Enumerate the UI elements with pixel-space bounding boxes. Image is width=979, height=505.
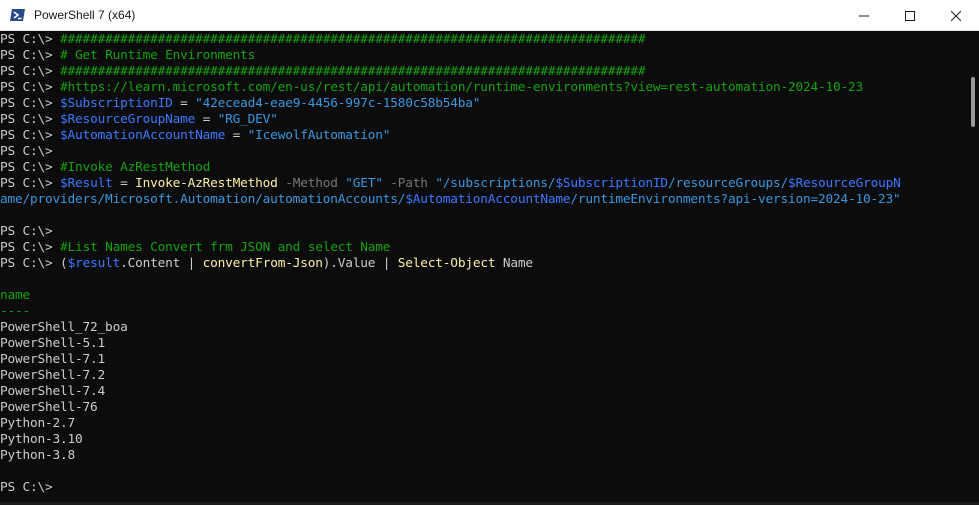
output-row: PowerShell-7.4 bbox=[0, 384, 106, 399]
prompt: PS C:\> bbox=[0, 144, 61, 159]
command: convertFrom-Json bbox=[202, 256, 323, 271]
caption-buttons bbox=[841, 0, 979, 31]
operator: = bbox=[112, 176, 136, 191]
console-line: PS C:\> ################################… bbox=[0, 32, 966, 48]
output-row: PowerShell-5.1 bbox=[0, 336, 106, 351]
output-row: Python-3.10 bbox=[0, 432, 83, 447]
operator: ).Value | bbox=[322, 256, 398, 271]
prompt: PS C:\> bbox=[0, 128, 61, 143]
prompt: PS C:\> bbox=[0, 176, 61, 191]
close-button[interactable] bbox=[933, 0, 979, 31]
operator: Name bbox=[495, 256, 533, 271]
console-line: PS C:\> $ResourceGroupName = "RG_DEV" bbox=[0, 112, 966, 128]
string: "RG_DEV" bbox=[217, 112, 278, 127]
string: "/subscriptions/ bbox=[435, 176, 556, 191]
output-row: PowerShell-76 bbox=[0, 400, 98, 415]
vertical-scrollbar[interactable] bbox=[966, 32, 979, 505]
output-row: PowerShell-7.2 bbox=[0, 368, 106, 383]
console-line: name bbox=[0, 288, 966, 304]
prompt: PS C:\> bbox=[0, 240, 61, 255]
comment: #List Names Convert frm JSON and select … bbox=[60, 240, 391, 255]
command: Select-Object bbox=[397, 256, 496, 271]
prompt: PS C:\> bbox=[0, 160, 61, 175]
console-line: PS C:\> bbox=[0, 480, 966, 496]
operator: = bbox=[225, 128, 248, 143]
console-line: PS C:\> #https://learn.microsoft.com/en-… bbox=[0, 80, 966, 96]
variable: $Result bbox=[60, 176, 113, 191]
prompt: PS C:\> bbox=[0, 224, 61, 239]
prompt: PS C:\> bbox=[0, 480, 61, 495]
string: ame/providers/Microsoft.Automation/autom… bbox=[0, 192, 406, 207]
string: "42ecead4-eae9-4456-997c-1580c58b54ba" bbox=[195, 96, 481, 111]
comment: ########################################… bbox=[60, 32, 646, 47]
console-line: ame/providers/Microsoft.Automation/autom… bbox=[0, 192, 966, 208]
prompt: PS C:\> bbox=[0, 32, 61, 47]
powershell-icon bbox=[10, 7, 26, 23]
variable: $result bbox=[67, 256, 121, 271]
output-header: name bbox=[0, 288, 31, 303]
command: Invoke-AzRestMethod bbox=[135, 176, 278, 191]
output-row: PowerShell_72_boa bbox=[0, 320, 128, 335]
console-line: PS C:\> $Result = Invoke-AzRestMethod -M… bbox=[0, 176, 966, 192]
output-row: PowerShell-7.1 bbox=[0, 352, 106, 367]
console-line: PS C:\> ################################… bbox=[0, 64, 966, 80]
output-row: Python-3.8 bbox=[0, 448, 76, 463]
variable: $AutomationAccountName bbox=[405, 192, 571, 207]
prompt: PS C:\> bbox=[0, 256, 61, 271]
output-header-underline: ---- bbox=[0, 304, 31, 319]
maximize-button[interactable] bbox=[887, 0, 933, 31]
scrollbar-thumb[interactable] bbox=[971, 77, 975, 127]
minimize-icon bbox=[859, 15, 869, 16]
console-line: PS C:\> bbox=[0, 224, 966, 240]
string: /resourceGroups/ bbox=[667, 176, 789, 191]
prompt: PS C:\> bbox=[0, 64, 61, 79]
console-output[interactable]: PS C:\> ################################… bbox=[0, 32, 966, 502]
comment: ########################################… bbox=[60, 64, 646, 79]
window-title: PowerShell 7 (x64) bbox=[34, 8, 136, 22]
comment: #Invoke AzRestMethod bbox=[60, 160, 211, 175]
comment: #https://learn.microsoft.com/en-us/rest/… bbox=[60, 80, 864, 95]
string: "IcewolfAutomation" bbox=[247, 128, 391, 143]
console-line: PS C:\> #Invoke AzRestMethod bbox=[0, 160, 966, 176]
console-line: PS C:\> $AutomationAccountName = "Icewol… bbox=[0, 128, 966, 144]
operator: = bbox=[172, 96, 196, 111]
operator: = bbox=[195, 112, 218, 127]
variable: $SubscriptionID bbox=[60, 96, 173, 111]
title-bar[interactable]: PowerShell 7 (x64) bbox=[0, 0, 979, 31]
prompt: PS C:\> bbox=[0, 48, 61, 63]
comment: # Get Runtime Environments bbox=[60, 48, 256, 63]
variable: $ResourceGroupN bbox=[788, 176, 901, 191]
operator: .Content | bbox=[120, 256, 203, 271]
close-icon bbox=[951, 10, 961, 21]
operator: ( bbox=[60, 256, 68, 271]
parameter: -Method bbox=[277, 176, 346, 191]
parameter: -Path bbox=[382, 176, 436, 191]
prompt: PS C:\> bbox=[0, 112, 61, 127]
string: /runtimeEnvironments?api-version=2024-10… bbox=[570, 192, 901, 207]
variable: $SubscriptionID bbox=[555, 176, 668, 191]
console-line: PS C:\> bbox=[0, 144, 966, 160]
prompt: PS C:\> bbox=[0, 96, 61, 111]
string: "GET" bbox=[345, 176, 383, 191]
minimize-button[interactable] bbox=[841, 0, 887, 31]
variable: $ResourceGroupName bbox=[60, 112, 196, 127]
console-line: ---- bbox=[0, 304, 966, 320]
output-row: Python-2.7 bbox=[0, 416, 76, 431]
console-line: PS C:\> ($result.Content | convertFrom-J… bbox=[0, 256, 966, 272]
console-line: PS C:\> # Get Runtime Environments bbox=[0, 48, 966, 64]
maximize-icon bbox=[905, 10, 915, 21]
variable: $AutomationAccountName bbox=[60, 128, 226, 143]
prompt: PS C:\> bbox=[0, 80, 61, 95]
console-line: PS C:\> #List Names Convert frm JSON and… bbox=[0, 240, 966, 256]
console-line: PS C:\> $SubscriptionID = "42ecead4-eae9… bbox=[0, 96, 966, 112]
